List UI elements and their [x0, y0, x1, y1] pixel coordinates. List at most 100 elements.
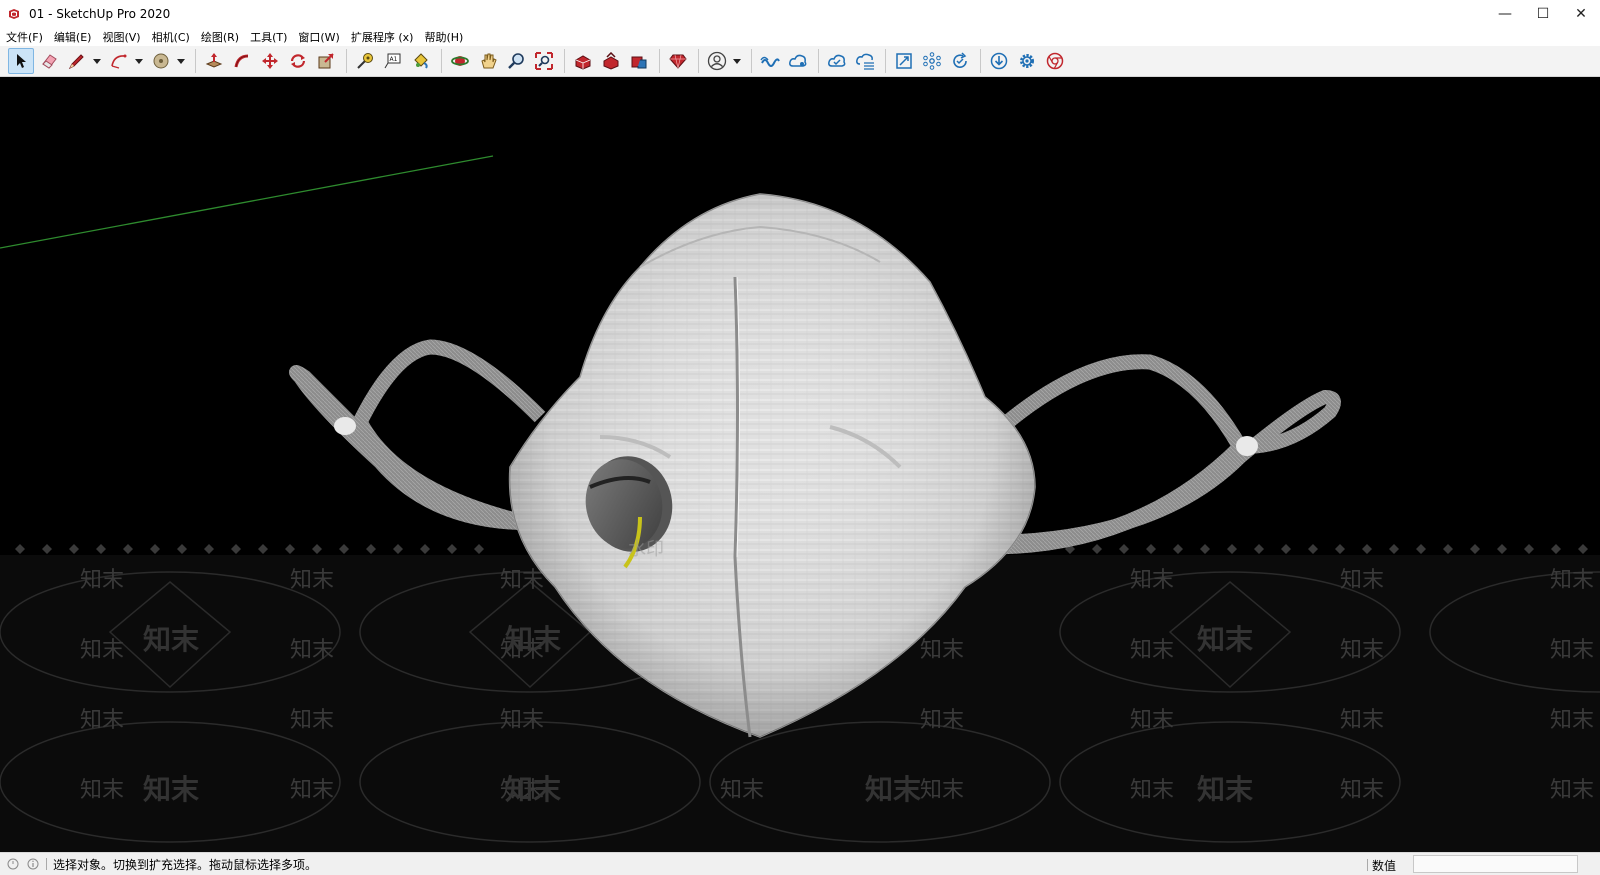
- scale-tool-button[interactable]: [313, 48, 339, 74]
- watermark-text: 知末: [1550, 568, 1594, 593]
- pan-icon: [481, 53, 497, 69]
- pan-tool-button[interactable]: [475, 48, 501, 74]
- trimble-connect-button[interactable]: [757, 48, 783, 74]
- shape-tool-button[interactable]: [148, 48, 174, 74]
- watermark-text: 知末: [80, 638, 124, 663]
- minimize-button[interactable]: —: [1486, 0, 1524, 28]
- text-label-icon: A1: [384, 53, 401, 69]
- share-model-icon: [603, 52, 619, 70]
- menu-file[interactable]: 文件(F): [6, 29, 43, 45]
- line-tool-dropdown[interactable]: [92, 48, 102, 74]
- cloud-list-button[interactable]: [852, 48, 878, 74]
- window-controls: — ☐ ✕: [1486, 0, 1600, 28]
- tape-measure-tool-button[interactable]: [352, 48, 378, 74]
- watermark-text: 知末: [80, 778, 124, 803]
- arc-tool-button[interactable]: [106, 48, 132, 74]
- move-tool-button[interactable]: [257, 48, 283, 74]
- line-tool-button[interactable]: [64, 48, 90, 74]
- menu-help[interactable]: 帮助(H): [424, 29, 463, 45]
- expand-view-button[interactable]: [891, 48, 917, 74]
- 3d-warehouse-button[interactable]: [570, 48, 596, 74]
- menu-extensions[interactable]: 扩展程序 (x): [351, 29, 414, 45]
- settings-button[interactable]: [1014, 48, 1040, 74]
- account-button[interactable]: [704, 48, 730, 74]
- viewport-canvas: 知末 知末 知末 知末 知末 知末 知末 知末 知末 知末 知末 知末 知末 知…: [0, 155, 1600, 852]
- orbit-tool-button[interactable]: [447, 48, 473, 74]
- geo-location-icon[interactable]: [6, 857, 20, 871]
- close-button[interactable]: ✕: [1562, 0, 1600, 28]
- watermark-text: 知末: [1130, 778, 1174, 803]
- pencil-line-icon: [68, 54, 84, 70]
- cloud-sync-button[interactable]: [824, 48, 850, 74]
- select-tool-button[interactable]: [8, 48, 34, 74]
- maximize-button[interactable]: ☐: [1524, 0, 1562, 28]
- arc-tool-dropdown[interactable]: [134, 48, 144, 74]
- watermark-text-large: 知末: [143, 623, 199, 656]
- circle-shape-icon: [153, 53, 169, 69]
- eraser-tool-button[interactable]: [36, 48, 62, 74]
- svg-text:A1: A1: [390, 56, 398, 63]
- toolbar-separator: [751, 49, 752, 73]
- status-message: 选择对象。切换到扩充选择。拖动鼠标选择多项。: [53, 857, 318, 872]
- download-icon: [990, 52, 1008, 70]
- settings-gear-icon: [1020, 54, 1034, 68]
- component-network-icon: [923, 52, 941, 70]
- watermark-text: 知末: [1550, 778, 1594, 803]
- watermark-text: 知末: [1550, 638, 1594, 663]
- account-dropdown[interactable]: [732, 48, 742, 74]
- watermark-text: 知末: [1340, 778, 1384, 803]
- text-tool-button[interactable]: A1: [380, 48, 406, 74]
- faint-watermark-text: 水印: [628, 539, 664, 560]
- watermark-text-large: 知末: [1197, 623, 1253, 656]
- green-axis-line: [0, 155, 494, 249]
- watermark-text: 知末: [1340, 708, 1384, 733]
- menu-tools[interactable]: 工具(T): [250, 29, 287, 45]
- ruby-gem-icon: [669, 54, 687, 69]
- warehouse-icon: [575, 55, 591, 70]
- extension-warehouse-button[interactable]: [626, 48, 652, 74]
- menu-draw[interactable]: 绘图(R): [201, 29, 239, 45]
- component-network-button[interactable]: [919, 48, 945, 74]
- menu-view[interactable]: 视图(V): [102, 29, 140, 45]
- cloud-share-button[interactable]: [785, 48, 811, 74]
- paint-bucket-tool-button[interactable]: [408, 48, 434, 74]
- eraser-icon: [42, 54, 57, 69]
- watermark-text: 知末: [1340, 638, 1384, 663]
- status-bar: 选择对象。切换到扩充选择。拖动鼠标选择多项。 数值: [0, 852, 1600, 875]
- title-bar: 01 - SketchUp Pro 2020 — ☐ ✕: [0, 0, 1600, 28]
- zoom-tool-button[interactable]: [503, 48, 529, 74]
- toolbar-separator: [346, 49, 347, 73]
- move-icon: [262, 53, 278, 69]
- push-pull-tool-button[interactable]: [201, 48, 227, 74]
- info-icon[interactable]: [26, 857, 40, 871]
- ruby-console-button[interactable]: [665, 48, 691, 74]
- watermark-text: 知末: [1130, 568, 1174, 593]
- watermark-text: 知末: [80, 708, 124, 733]
- watermark-text: 知末: [290, 708, 334, 733]
- extension-warehouse-icon: [631, 56, 647, 69]
- watermark-text: 知末: [290, 568, 334, 593]
- model-viewport[interactable]: 知末 知末 知末 知末 知末 知末 知末 知末 知末 知末 知末 知末 知末 知…: [0, 77, 1600, 852]
- rotate-tool-button[interactable]: [285, 48, 311, 74]
- toolbar-separator: [980, 49, 981, 73]
- shape-tool-dropdown[interactable]: [176, 48, 186, 74]
- menu-camera[interactable]: 相机(C): [152, 29, 190, 45]
- follow-me-tool-button[interactable]: [229, 48, 255, 74]
- cloud-list-icon: [856, 53, 874, 70]
- share-model-button[interactable]: [598, 48, 624, 74]
- rotate-icon: [290, 54, 306, 68]
- web-browser-button[interactable]: [1042, 48, 1068, 74]
- download-button[interactable]: [986, 48, 1012, 74]
- scale-icon: [318, 53, 334, 69]
- menu-edit[interactable]: 编辑(E): [54, 29, 92, 45]
- cloud-sync-icon: [828, 54, 846, 67]
- measurements-input[interactable]: [1413, 855, 1578, 873]
- expand-view-icon: [896, 53, 912, 69]
- paint-bucket-icon: [414, 53, 428, 69]
- toolbar-separator: [818, 49, 819, 73]
- zoom-extents-tool-button[interactable]: [531, 48, 557, 74]
- watermark-text-large: 知末: [505, 773, 561, 806]
- chevron-down-icon: [135, 58, 143, 64]
- menu-window[interactable]: 窗口(W): [298, 29, 339, 45]
- refresh-check-button[interactable]: [947, 48, 973, 74]
